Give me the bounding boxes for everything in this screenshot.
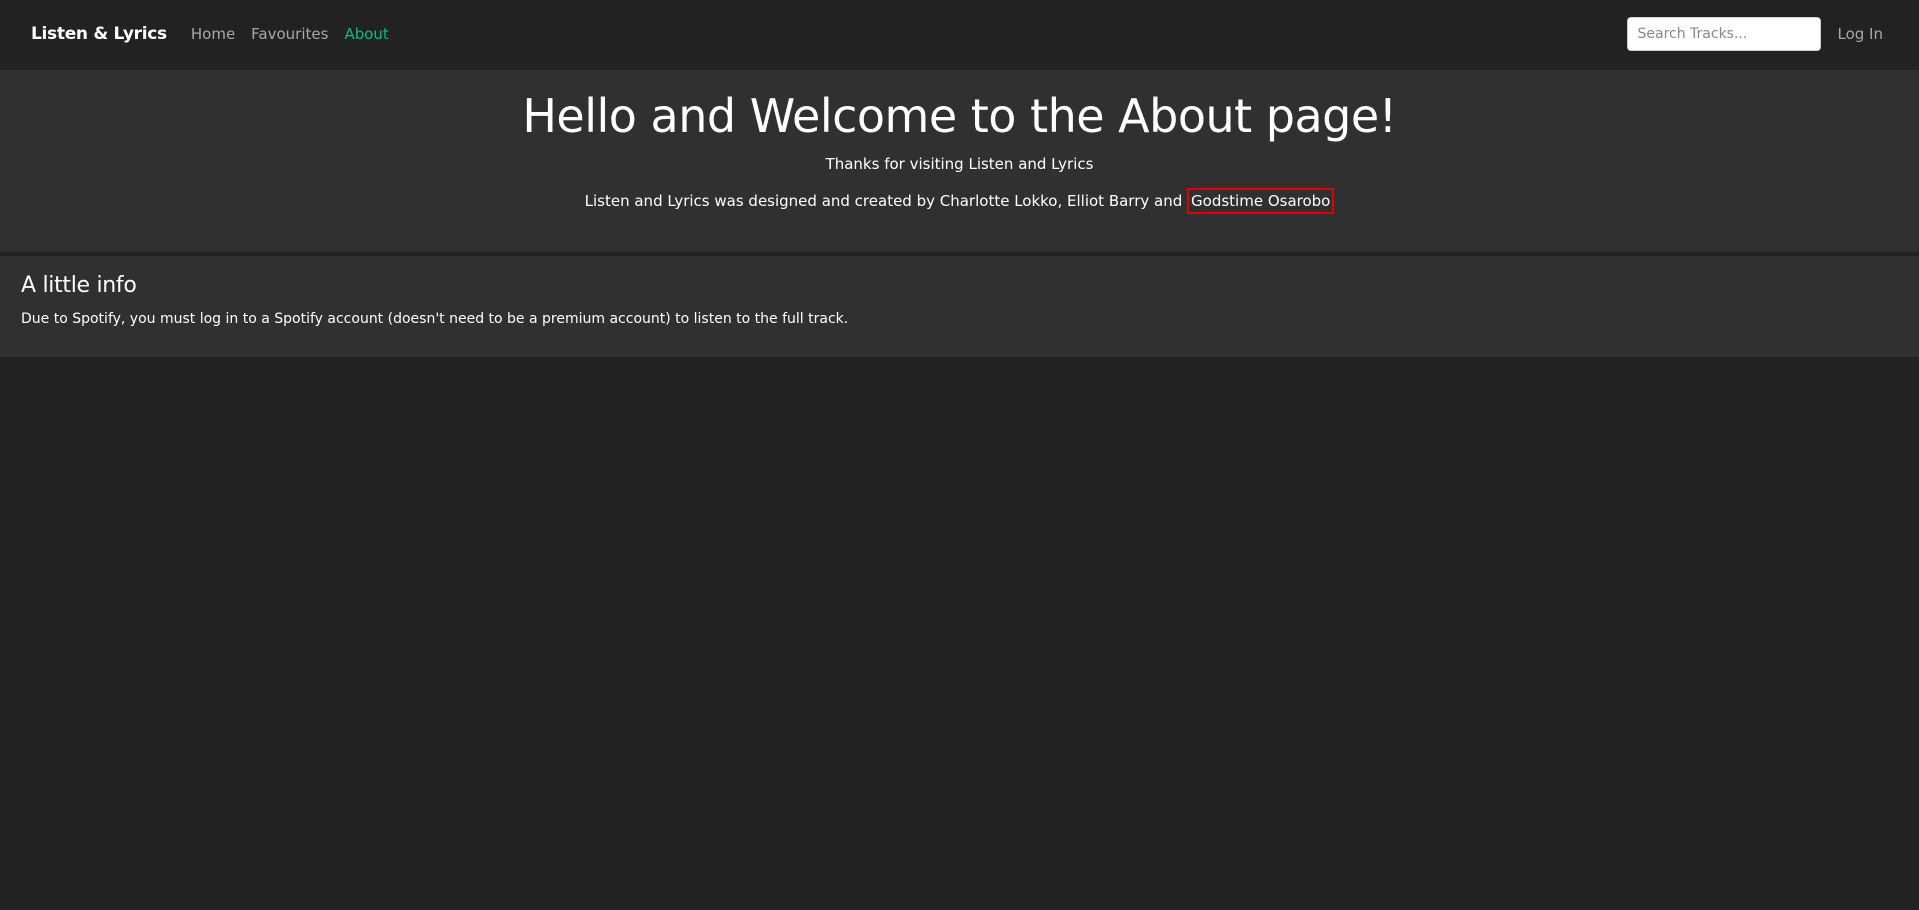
info-card: A little info Due to Spotify, you must l… (0, 256, 1919, 357)
brand-logo[interactable]: Listen & Lyrics (31, 24, 167, 44)
about-hero: Hello and Welcome to the About page! Tha… (0, 70, 1919, 252)
credits-text: Listen and Lyrics was designed and creat… (584, 191, 1183, 210)
top-navbar: Listen & Lyrics Home Favourites About Lo… (0, 0, 1919, 68)
page-title: Hello and Welcome to the About page! (522, 89, 1397, 143)
highlighted-author-name: Godstime Osarobo (1187, 187, 1335, 214)
info-heading: A little info (21, 273, 137, 298)
nav-links: Home Favourites About (191, 25, 405, 43)
nav-link-home[interactable]: Home (191, 25, 235, 43)
nav-right: Log In (1626, 17, 1889, 51)
hero-subtitle: Thanks for visiting Listen and Lyrics (825, 154, 1094, 173)
login-link[interactable]: Log In (1838, 25, 1884, 43)
hero-credits: Listen and Lyrics was designed and creat… (0, 187, 1919, 214)
search-tracks-input[interactable] (1626, 17, 1821, 51)
nav-link-about[interactable]: About (344, 25, 388, 43)
nav-link-favourites[interactable]: Favourites (251, 25, 328, 43)
info-text: Due to Spotify, you must log in to a Spo… (21, 311, 849, 327)
